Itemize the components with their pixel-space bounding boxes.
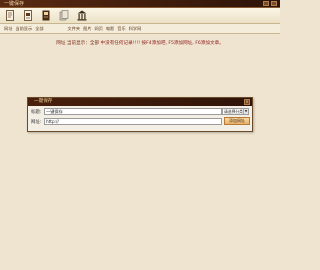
status-message: 网址 当前显示：全部 中没有任何记录!!!! 按F4添加吧, F5添加网址, F… [0, 40, 280, 46]
close-button[interactable] [271, 1, 277, 6]
add-url-button[interactable]: 添加网址 [224, 117, 250, 125]
copy-icon[interactable] [59, 10, 69, 21]
dialog-title: 一键保存 [34, 99, 53, 104]
title-label: 标题: [31, 109, 42, 115]
nav-item-url[interactable]: 网址 [4, 26, 12, 32]
url-input[interactable]: http:// [44, 118, 222, 125]
status-label: 网址 当前显示：全部 [56, 41, 100, 46]
status-text: 中没有任何记录!!!! 按F4添加吧, F5添加网址, F6添加文章。 [100, 41, 224, 46]
nav-item-music[interactable]: 音乐 [117, 26, 125, 32]
nav-item-webpages[interactable]: 网页 [95, 26, 103, 32]
nav-item-folder[interactable]: 文件夹 [68, 26, 81, 32]
minimize-button[interactable] [263, 1, 269, 6]
dialog-close-button[interactable]: × [244, 99, 250, 105]
nav-group-main: 网址 当前显示 全部 [4, 26, 44, 32]
nav-item-science[interactable]: 科学网 [129, 26, 142, 32]
chevron-down-icon: ▼ [243, 109, 248, 114]
title-input[interactable]: 一键保存 [44, 108, 222, 115]
toolbar [0, 8, 280, 24]
nav-item-current[interactable]: 当前显示 [15, 26, 32, 32]
window-controls [263, 1, 277, 6]
nav-item-images[interactable]: 图片 [83, 26, 91, 32]
category-select[interactable]: 请选择分类 ▼ [222, 108, 249, 115]
window-titlebar: 一键保存 [0, 0, 280, 8]
quick-save-dialog: 一键保存 × 标题: 一键保存 请选择分类 ▼ 网址: http:// 添加网址 [27, 97, 253, 132]
nav-item-movies[interactable]: 电影 [106, 26, 114, 32]
window-title: 一键保存 [4, 1, 25, 7]
nav-item-all[interactable]: 全部 [35, 26, 43, 32]
document-icon[interactable] [5, 10, 15, 21]
url-label: 网址: [31, 119, 42, 125]
dialog-titlebar: 一键保存 × [28, 98, 252, 106]
title-row: 标题: 一键保存 [31, 108, 222, 115]
document-icon[interactable] [23, 10, 33, 21]
category-navbar: 网址 当前显示 全部 文件夹 图片 网页 电影 音乐 科学网 [0, 24, 280, 34]
category-select-value: 请选择分类 [224, 109, 243, 114]
bank-icon[interactable] [77, 10, 87, 21]
nav-group-categories: 文件夹 图片 网页 电影 音乐 科学网 [68, 26, 142, 32]
url-row: 网址: http:// [31, 118, 222, 125]
book-icon[interactable] [41, 10, 51, 21]
